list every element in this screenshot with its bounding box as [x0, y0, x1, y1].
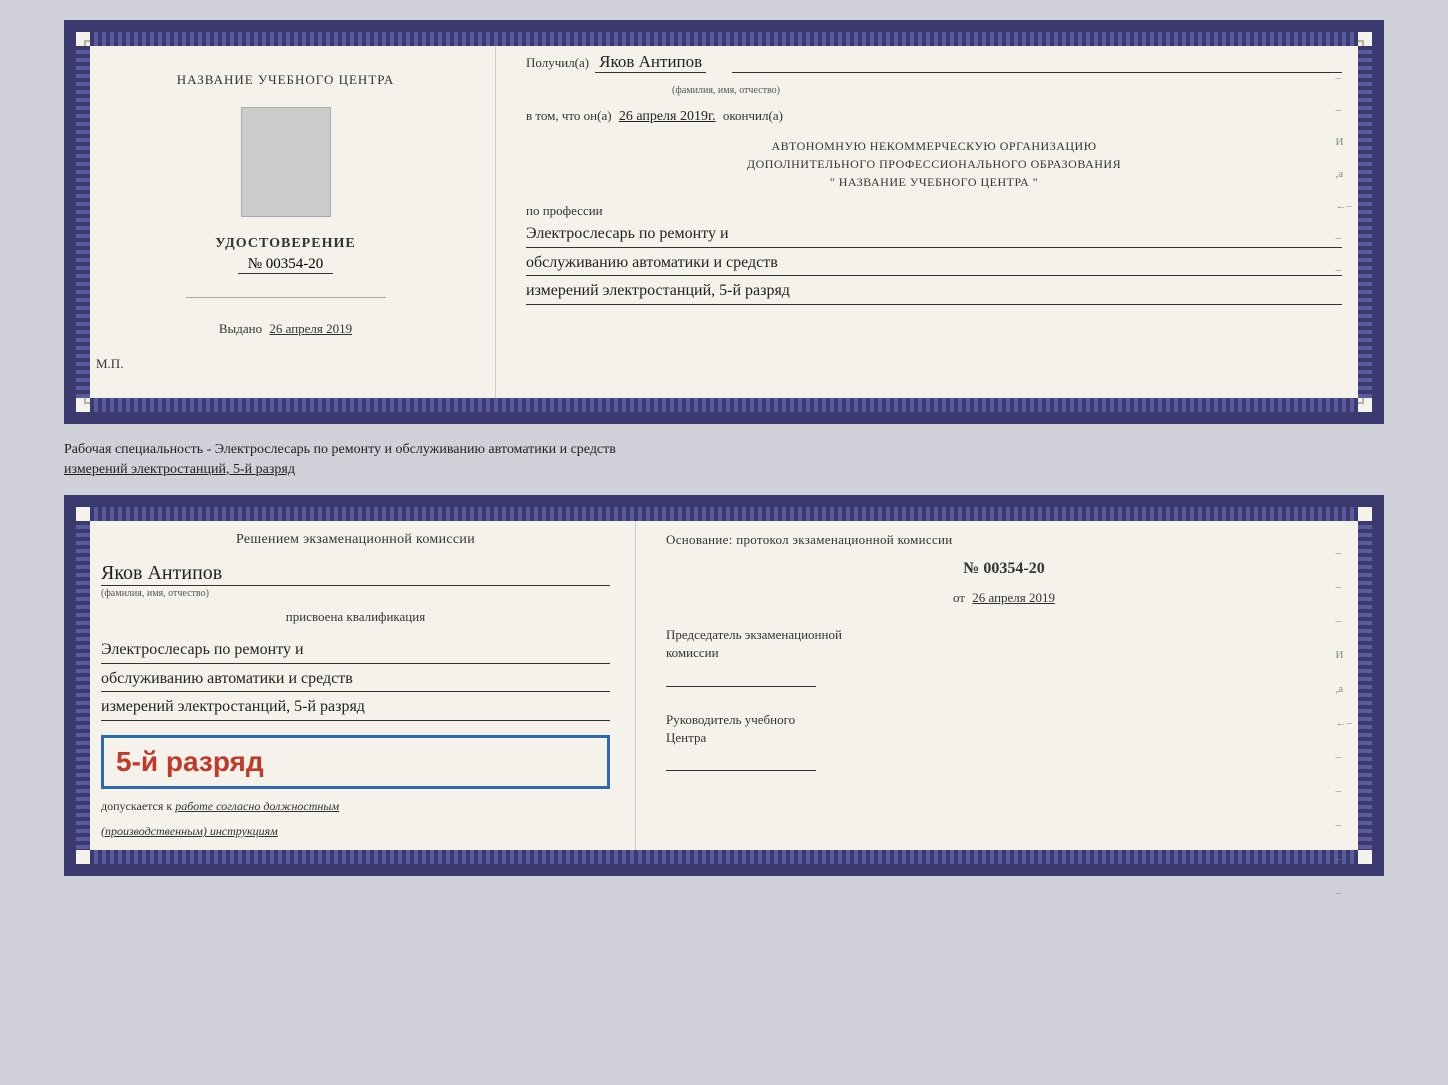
date-prefix: в том, что он(а) — [526, 108, 612, 123]
certificate-bottom: Решением экзаменационной комиссии Яков А… — [64, 495, 1384, 876]
rank-text: 5-й разряд — [116, 746, 264, 777]
cert-number-block: УДОСТОВЕРЕНИЕ № 00354-20 — [215, 236, 355, 274]
date-suffix: окончил(а) — [723, 108, 783, 123]
photo-placeholder — [241, 107, 331, 217]
person-name: Яков Антипов — [101, 562, 222, 584]
bottom-right-marks: – – – И ,а ←– – – – – – — [1336, 547, 1353, 899]
certificate-top: НАЗВАНИЕ УЧЕБНОГО ЦЕНТРА УДОСТОВЕРЕНИЕ №… — [64, 20, 1384, 424]
recipient-hint-container: (фамилия, имя, отчество) — [586, 85, 866, 96]
director-signature-line — [666, 751, 816, 771]
bottom-right-panel: Основание: протокол экзаменационной коми… — [636, 507, 1372, 864]
osnov-label: Основание: протокол экзаменационной коми… — [666, 532, 1342, 548]
recipient-name: Яков Антипов — [595, 52, 706, 73]
border-bottom-top — [90, 507, 1358, 521]
org-block: АВТОНОМНУЮ НЕКОММЕРЧЕСКУЮ ОРГАНИЗАЦИЮ ДО… — [526, 137, 1342, 191]
protocol-num: № 00354-20 — [666, 560, 1342, 578]
komissia-title: Решением экзаменационной комиссии — [101, 532, 610, 548]
qual-line3: измерений электростанций, 5-й разряд — [101, 694, 610, 721]
chairman-label: Председатель экзаменационной комиссии — [666, 626, 1342, 662]
separator-line — [186, 297, 386, 298]
border-bottom-right — [1358, 521, 1372, 850]
middle-line1: Рабочая специальность - Электрослесарь п… — [64, 440, 1384, 460]
qual-line1: Электрослесарь по ремонту и — [101, 637, 610, 664]
border-bottom — [90, 398, 1358, 412]
dopusk-italic2: (производственным) инструкциям — [101, 824, 278, 838]
recipient-line: Получил(а) Яков Антипов — [526, 52, 1342, 73]
profession-line1: Электрослесарь по ремонту и — [526, 221, 1342, 248]
dopusk-label: допускается к — [101, 799, 172, 813]
profession-line3: измерений электростанций, 5-й разряд — [526, 278, 1342, 305]
cert-number: № 00354-20 — [238, 256, 334, 274]
right-marks: – – И ,а ←– – – — [1336, 72, 1353, 276]
org-line2: ДОПОЛНИТЕЛЬНОГО ПРОФЕССИОНАЛЬНОГО ОБРАЗО… — [526, 155, 1342, 173]
udost-label: УДОСТОВЕРЕНИЕ — [215, 236, 355, 252]
director-block: Руководитель учебного Центра — [666, 711, 1342, 775]
completion-date: 26 апреля 2019г. — [619, 109, 716, 124]
mp-label: М.П. — [96, 356, 123, 372]
recipient-prefix: Получил(а) — [526, 55, 589, 71]
person-hint: (фамилия, имя, отчество) — [101, 585, 610, 599]
chairman-block: Председатель экзаменационной комиссии — [666, 626, 1342, 690]
issued-date: 26 апреля 2019 — [269, 321, 352, 336]
dopusk-italic: работе согласно должностным — [175, 799, 339, 813]
dopusk-line: допускается к работе согласно должностны… — [101, 799, 610, 814]
border-bottom-left — [76, 521, 90, 850]
certificate-right-panel: Получил(а) Яков Антипов (фамилия, имя, о… — [496, 32, 1372, 412]
org-line3: " НАЗВАНИЕ УЧЕБНОГО ЦЕНТРА " — [526, 173, 1342, 191]
school-name-left: НАЗВАНИЕ УЧЕБНОГО ЦЕНТРА — [177, 72, 394, 88]
bottom-left-panel: Решением экзаменационной комиссии Яков А… — [76, 507, 636, 864]
recipient-hint: (фамилия, имя, отчество) — [586, 85, 866, 96]
person-block: Яков Антипов (фамилия, имя, отчество) — [101, 562, 610, 599]
dopusk-line2: (производственным) инструкциям — [101, 824, 610, 839]
certificate-left-panel: НАЗВАНИЕ УЧЕБНОГО ЦЕНТРА УДОСТОВЕРЕНИЕ №… — [76, 32, 496, 412]
chairman-signature-line — [666, 667, 816, 687]
profession-block: по профессии Электрослесарь по ремонту и… — [526, 203, 1342, 305]
border-bottom-bottom — [90, 850, 1358, 864]
issued-label: Выдано — [219, 321, 262, 336]
qualification-block: Электрослесарь по ремонту и обслуживанию… — [101, 635, 610, 721]
border-right — [1358, 46, 1372, 398]
issued-line: Выдано 26 апреля 2019 — [219, 321, 352, 337]
profession-line2: обслуживанию автоматики и средств — [526, 250, 1342, 277]
org-line1: АВТОНОМНУЮ НЕКОММЕРЧЕСКУЮ ОРГАНИЗАЦИЮ — [526, 137, 1342, 155]
middle-line2: измерений электростанций, 5-й разряд — [64, 460, 1384, 480]
border-top — [90, 32, 1358, 46]
director-label: Руководитель учебного Центра — [666, 711, 1342, 747]
middle-description: Рабочая специальность - Электрослесарь п… — [64, 440, 1384, 479]
rank-box: 5-й разряд — [101, 735, 610, 789]
ot-date: 26 апреля 2019 — [972, 590, 1055, 605]
profession-label: по профессии — [526, 203, 603, 218]
date-line: в том, что он(а) 26 апреля 2019г. окончи… — [526, 108, 1342, 125]
ot-prefix: от — [953, 590, 965, 605]
prisvoena-label: присвоена квалификация — [101, 609, 610, 625]
qual-line2: обслуживанию автоматики и средств — [101, 666, 610, 693]
border-left — [76, 46, 90, 398]
recipient-underline — [732, 72, 1342, 73]
ot-line: от 26 апреля 2019 — [666, 590, 1342, 606]
